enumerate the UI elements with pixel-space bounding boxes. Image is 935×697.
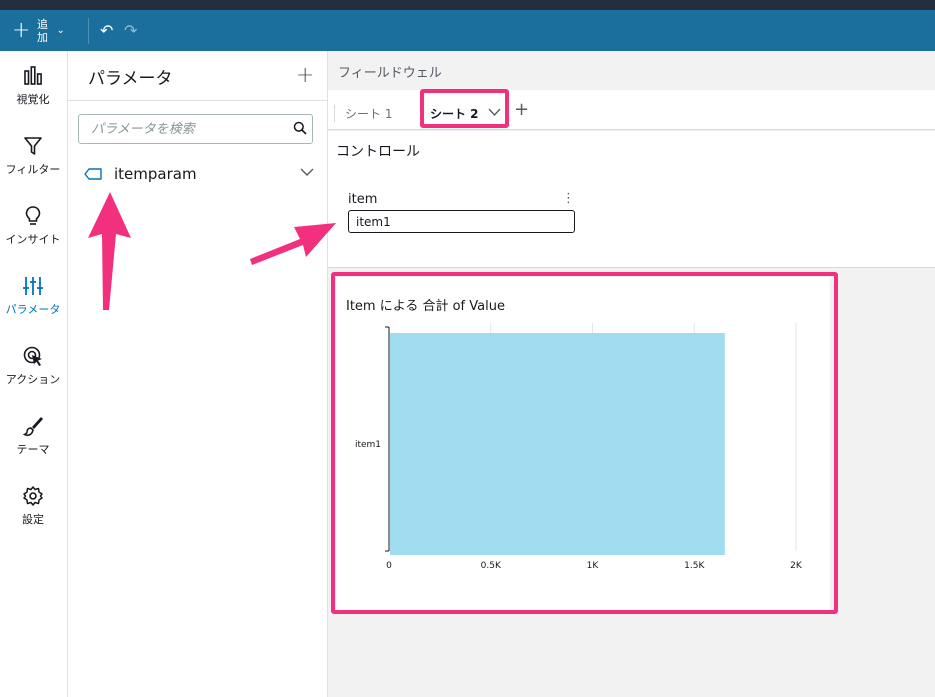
chevron-down-icon: ⌄ bbox=[56, 25, 65, 36]
add-sheet-button[interactable]: + bbox=[514, 99, 529, 120]
rail-item-settings[interactable]: 設定 bbox=[0, 485, 66, 545]
highlight-box bbox=[420, 89, 509, 128]
brush-icon bbox=[22, 417, 43, 437]
add-parameter-button[interactable]: + bbox=[296, 63, 314, 88]
rail-label: パラメータ bbox=[5, 303, 61, 316]
tag-icon bbox=[84, 168, 102, 180]
action-cursor-icon bbox=[23, 346, 42, 366]
search-icon[interactable] bbox=[293, 121, 307, 135]
rail-label: 視覚化 bbox=[16, 93, 50, 106]
top-strip bbox=[0, 0, 935, 10]
main-area: フィールドウェル シート 1 シート 2 + コントロール item ⋮ Ite… bbox=[328, 51, 935, 697]
plus-icon: + bbox=[12, 17, 31, 43]
rail-item-themes[interactable]: テーマ bbox=[0, 415, 66, 475]
rail-item-actions[interactable]: アクション bbox=[0, 345, 66, 405]
rail-label: 設定 bbox=[22, 513, 44, 526]
gear-icon bbox=[23, 486, 43, 506]
filter-icon bbox=[24, 137, 42, 155]
parameters-panel: パラメータ + itemparam bbox=[68, 51, 328, 697]
redo-icon[interactable]: ↷ bbox=[124, 21, 137, 40]
chevron-down-icon[interactable] bbox=[300, 167, 314, 177]
parameter-item[interactable]: itemparam bbox=[84, 163, 314, 185]
rail-item-parameters[interactable]: パラメータ bbox=[0, 275, 66, 335]
highlight-box bbox=[331, 272, 838, 614]
undo-icon[interactable]: ↶ bbox=[100, 21, 113, 40]
rail-item-filter[interactable]: フィルター bbox=[0, 135, 66, 195]
parameter-search-input[interactable] bbox=[78, 114, 313, 144]
field-wells[interactable]: フィールドウェル bbox=[338, 62, 442, 81]
control-label: item bbox=[348, 192, 378, 207]
controls-title: コントロール bbox=[336, 144, 420, 160]
rail-label: フィルター bbox=[5, 163, 61, 176]
add-button[interactable]: + 追加 ⌄ bbox=[12, 14, 65, 47]
toolbar-divider bbox=[88, 18, 89, 44]
bar-chart-icon bbox=[24, 66, 42, 85]
parameter-name: itemparam bbox=[114, 165, 197, 183]
panel-title: パラメータ bbox=[88, 69, 173, 89]
rail-item-visualize[interactable]: 視覚化 bbox=[0, 65, 66, 125]
toolbar: + 追加 ⌄ ↶ ↷ bbox=[0, 10, 935, 51]
tab-sheet-1[interactable]: シート 1 bbox=[334, 105, 392, 122]
item-control-input[interactable] bbox=[348, 210, 575, 233]
rail-label: アクション bbox=[5, 373, 61, 386]
lightbulb-icon bbox=[25, 206, 41, 225]
add-label-bottom: 加 bbox=[36, 30, 48, 44]
sliders-icon bbox=[23, 277, 43, 295]
divider bbox=[68, 100, 327, 101]
controls-section: コントロール item ⋮ bbox=[328, 131, 935, 268]
pink-arrow-right bbox=[250, 223, 336, 265]
rail-label: インサイト bbox=[5, 233, 61, 246]
pink-arrow-up bbox=[88, 192, 131, 310]
add-label-top: 追 bbox=[36, 17, 48, 31]
left-rail: 視覚化 フィルター インサイト パラメータ アクション テーマ 設定 bbox=[0, 51, 68, 697]
rail-label: テーマ bbox=[16, 443, 50, 456]
rail-item-insights[interactable]: インサイト bbox=[0, 205, 66, 265]
more-options-icon[interactable]: ⋮ bbox=[562, 191, 575, 206]
